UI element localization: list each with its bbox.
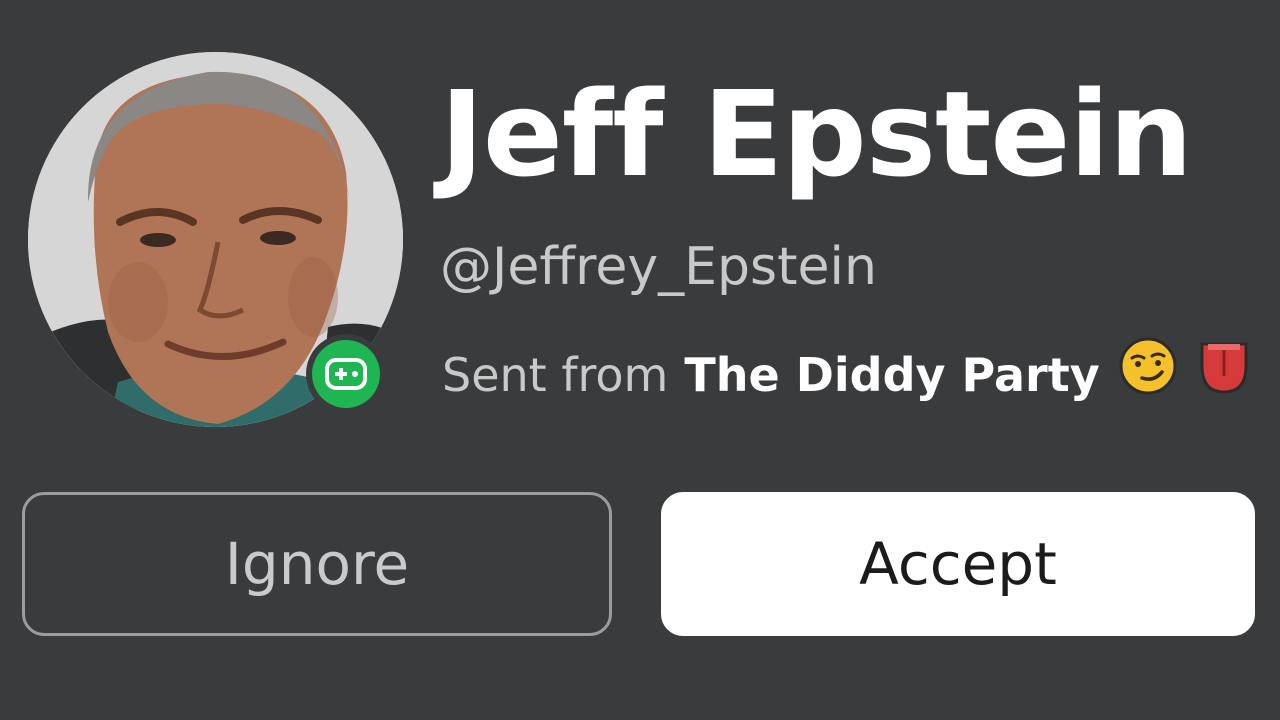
accept-button[interactable]: Accept xyxy=(661,492,1255,636)
tongue-icon xyxy=(1196,336,1252,414)
ignore-button[interactable]: Ignore xyxy=(22,492,612,636)
presence-badge xyxy=(306,334,386,414)
sent-from-place[interactable]: The Diddy Party xyxy=(684,341,1099,409)
in-game-status xyxy=(312,340,380,408)
display-name: Jeff Epstein xyxy=(440,65,1193,203)
sent-from-prefix: Sent from xyxy=(442,348,669,402)
smirking-face-icon xyxy=(1118,336,1178,414)
friend-request-card: Jeff Epstein @Jeffrey_Epstein Sent from … xyxy=(0,0,1280,720)
username: @Jeffrey_Epstein xyxy=(440,237,877,297)
avatar-container xyxy=(28,52,403,427)
sent-from-line: Sent from The Diddy Party xyxy=(442,336,1252,414)
gamepad-icon xyxy=(325,358,367,390)
